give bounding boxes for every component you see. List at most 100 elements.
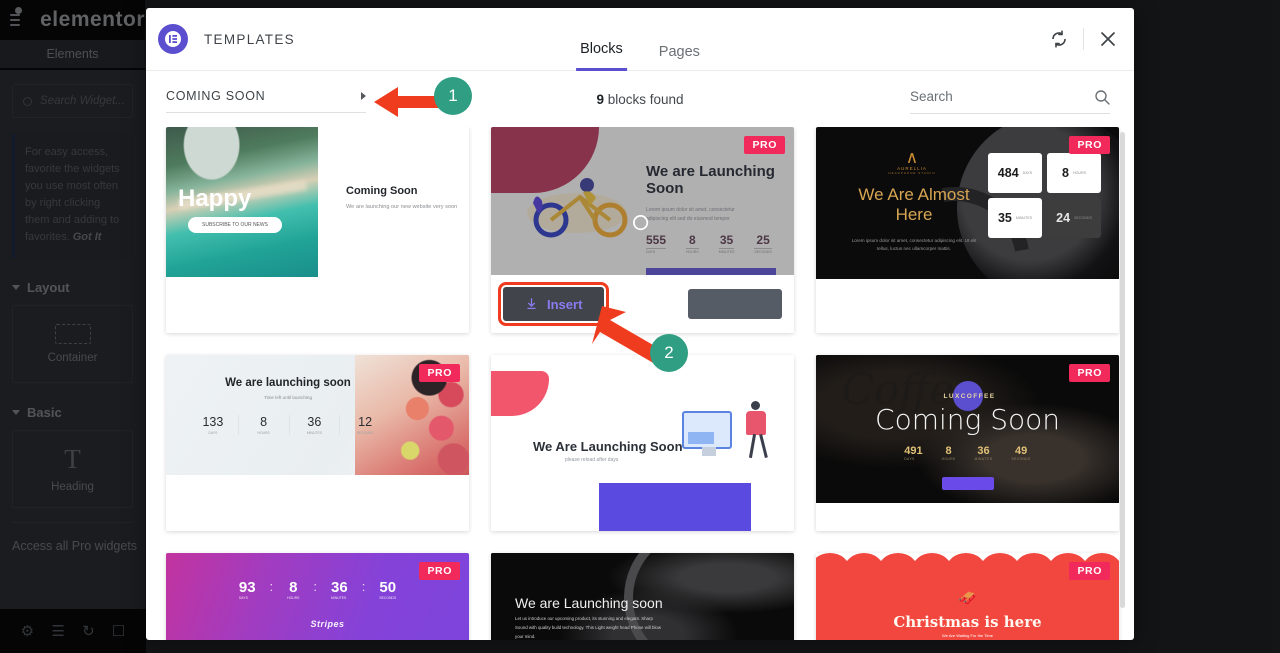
countdown-value: 36: [977, 445, 990, 457]
countdown-unit: SECONDS: [379, 596, 397, 600]
decorative-cloud: [599, 483, 751, 531]
countdown-separator: :: [361, 579, 366, 594]
countdown-value: 49: [1014, 445, 1028, 457]
template-card-very-soon-purple[interactable]: PRO 93 DAYS : 8 HOURS : 36 MINUTES : 50 SECO…: [166, 553, 469, 640]
countdown-unit: MINUTES: [974, 457, 993, 461]
template-copy: Coming Soon We are launching our new web…: [318, 127, 469, 277]
template-thumbnail: PRO ∧ AURELLIA HEADPHONE STUDIO We Are A…: [816, 127, 1119, 279]
close-x-icon[interactable]: [1098, 29, 1118, 49]
brand-name: Stripes: [310, 619, 345, 629]
annotation-badge-2: 2: [650, 334, 688, 372]
template-thumbnail: We Are Launching Soon please reload afte…: [491, 355, 794, 531]
template-heading: Happy: [178, 185, 252, 212]
annotation-number: 1: [434, 77, 472, 115]
template-button: SUBSCRIBE TO OUR NEWS: [188, 217, 282, 233]
results-count-label: blocks found: [607, 91, 684, 107]
template-card-christmas[interactable]: PRO 🛷 Christmas is here We Are Waiting F…: [816, 553, 1119, 640]
decorative-blob: [491, 371, 549, 416]
search-input[interactable]: [910, 89, 1075, 104]
countdown-unit: MINUTES: [306, 431, 322, 435]
countdown: 491 DAYS 8 HOURS 36 MINUTES 49 SECONDS: [816, 445, 1119, 461]
countdown-value: 36: [331, 579, 348, 596]
template-heading: We Are Almost Here: [858, 185, 970, 224]
magnify-preview-icon[interactable]: [631, 213, 654, 236]
pro-badge: PRO: [1069, 136, 1110, 154]
insert-button-label: Insert: [547, 296, 583, 312]
download-insert-icon: [527, 297, 536, 309]
template-card-happy-beach[interactable]: Happy SUBSCRIBE TO OUR NEWS Coming Soon …: [166, 127, 469, 333]
brand-tagline: HEADPHONE STUDIO: [888, 171, 936, 175]
countdown-unit: SECONDS: [356, 431, 374, 435]
person-leg: [759, 433, 768, 459]
template-thumbnail: We are Launching soon Let us introduce o…: [491, 553, 794, 640]
template-heading: Christmas is here: [893, 613, 1042, 631]
pro-badge: PRO: [1069, 364, 1110, 382]
template-card-we-are-almost-here[interactable]: PRO ∧ AURELLIA HEADPHONE STUDIO We Are A…: [816, 127, 1119, 333]
monitor-illustration: [682, 411, 732, 456]
countdown-unit: SECONDS: [1074, 216, 1092, 220]
person-leg: [748, 433, 757, 459]
template-card-launching-soon-food[interactable]: PRO We are launching soon Time left unti…: [166, 355, 469, 531]
countdown-separator: :: [269, 579, 274, 594]
elementor-logo-icon: [158, 24, 188, 54]
countdown-unit: MINUTES: [331, 596, 347, 600]
templates-grid-wrap[interactable]: Happy SUBSCRIBE TO OUR NEWS Coming Soon …: [146, 127, 1134, 640]
brand-name: LUXCOFFEE: [943, 392, 996, 400]
screen: elementor Elements Search Widget... For …: [0, 0, 1280, 653]
tab-pages[interactable]: Pages: [655, 44, 704, 71]
modal-subbar: COMING SOON 9 blocks found: [146, 71, 1134, 127]
brand-arc-icon: ∧: [905, 148, 919, 167]
template-sub: please reload after days: [565, 457, 619, 463]
template-card-launching-soon-headphones[interactable]: We are Launching soon Let us introduce o…: [491, 553, 794, 640]
template-card-luxcoffee[interactable]: PRO Coffee LUXCOFFEE Coming Soon 491 DAYS…: [816, 355, 1119, 531]
countdown: 93 DAYS : 8 HOURS : 36 MINUTES : 50 SECONDS: [166, 579, 469, 600]
countdown-value: 35: [997, 211, 1012, 225]
template-right-sub: We are launching our new website very so…: [346, 204, 458, 210]
sync-refresh-icon[interactable]: [1049, 29, 1069, 49]
template-brand: ∧ AURELLIA HEADPHONE STUDIO: [878, 149, 946, 175]
template-heading: Coming Soon: [875, 403, 1060, 436]
person-illustration: [751, 401, 760, 410]
countdown-unit: HOURS: [287, 596, 300, 600]
chevron-right-icon: [361, 92, 366, 100]
template-button: [941, 477, 994, 490]
santa-sleigh-icon: 🛷: [958, 590, 977, 607]
countdown: 484 DAYS 8 HOURS 35 MINUTES 24 SECONDS: [988, 153, 1101, 238]
countdown-value: 8: [260, 415, 268, 429]
countdown-unit: DAYS: [904, 457, 915, 461]
countdown: 133 DAYS 8 HOURS 36 MINUTES 12 SECONDS: [188, 415, 390, 435]
countdown-value: 8: [945, 445, 952, 457]
countdown-value: 93: [238, 579, 256, 596]
countdown-unit: DAYS: [1022, 171, 1033, 175]
template-thumbnail: PRO We are Launching Soon Lorem ipsum do…: [491, 127, 794, 275]
template-sub: Time left until launching: [263, 395, 313, 400]
countdown-value: 12: [358, 415, 373, 429]
template-heading: We are launching soon: [225, 377, 351, 389]
countdown-value: 50: [379, 579, 397, 596]
countdown-value: 24: [1056, 211, 1071, 225]
template-heading: We are Launching soon: [515, 595, 663, 611]
search-box[interactable]: [910, 89, 1110, 114]
modal-header: TEMPLATES Blocks Pages: [146, 8, 1134, 71]
template-thumbnail: PRO 93 DAYS : 8 HOURS : 36 MINUTES : 50 SECO…: [166, 553, 469, 640]
countdown-value: 8: [289, 579, 298, 596]
tab-blocks[interactable]: Blocks: [576, 41, 627, 71]
template-thumbnail: PRO Coffee LUXCOFFEE Coming Soon 491 DAYS…: [816, 355, 1119, 503]
countdown-unit: HOURS: [941, 457, 956, 461]
template-sub: We Are Waiting For the Time: [942, 633, 993, 638]
category-dropdown[interactable]: COMING SOON: [166, 89, 366, 113]
results-count-number: 9: [596, 91, 604, 107]
template-paragraph: Lorem ipsum dolor sit amet, consectetur …: [851, 238, 977, 252]
template-card-launching-soon-illustration[interactable]: We Are Launching Soon please reload afte…: [491, 355, 794, 531]
vertical-scrollbar[interactable]: [1120, 132, 1125, 608]
beach-photo: Happy SUBSCRIBE TO OUR NEWS: [166, 127, 318, 277]
annotation-number: 2: [650, 334, 688, 372]
pro-badge: PRO: [744, 136, 785, 154]
countdown-unit: DAYS: [238, 596, 248, 600]
results-count: 9 blocks found: [596, 92, 683, 107]
countdown-unit: HOURS: [1072, 171, 1086, 175]
modal-tabs: Blocks Pages: [576, 8, 704, 71]
secondary-action-button[interactable]: [688, 289, 782, 319]
countdown-unit: MINUTES: [1015, 216, 1033, 220]
templates-grid: Happy SUBSCRIBE TO OUR NEWS Coming Soon …: [166, 127, 1119, 640]
